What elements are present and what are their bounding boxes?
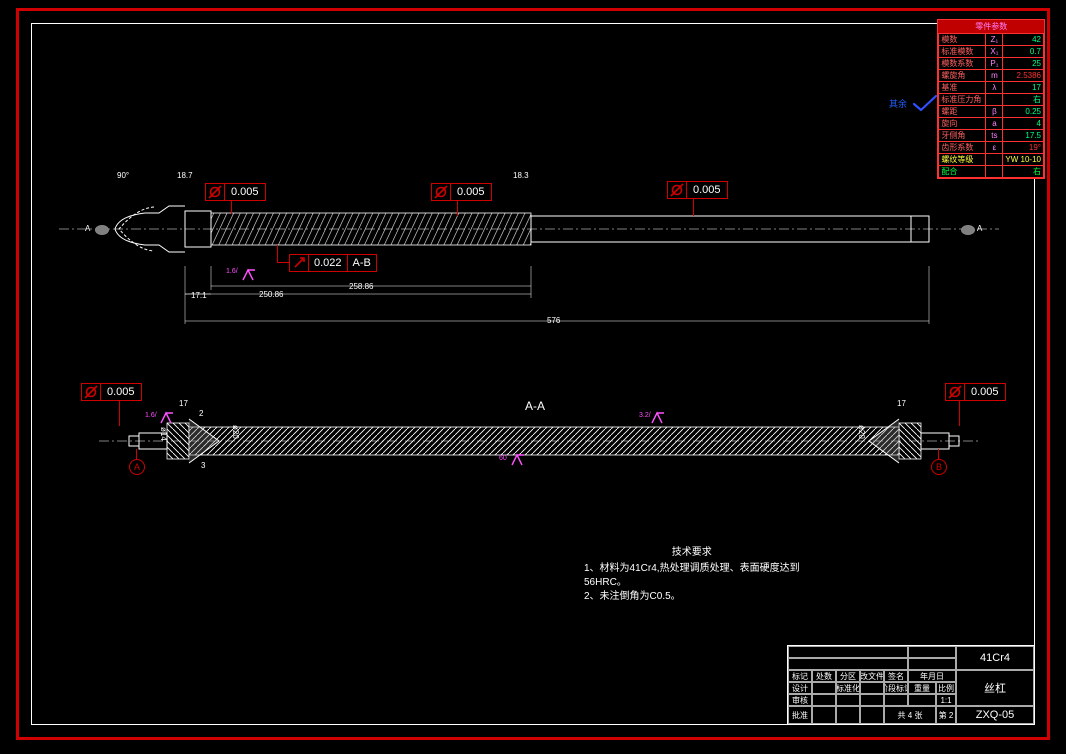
dim-17: 17.1	[191, 291, 207, 300]
arrow-a-left: A	[85, 224, 90, 233]
dim-d14: ø14	[159, 427, 168, 441]
checkmark-rest: 其余	[889, 93, 939, 113]
tol-cyl-5: 0.005	[945, 383, 1006, 401]
surf-mark-3	[510, 451, 526, 472]
dim-s17r: 17	[897, 399, 906, 408]
dim-250: 250.86	[259, 290, 283, 299]
tol-cyl-3: 0.005	[667, 181, 728, 199]
dim-ang90: 90°	[117, 171, 129, 180]
title-block: 41Cr4 标记 处数 分区 更改文件号 签名 年月日 丝杠 设计 标准化 阶段…	[787, 645, 1035, 725]
dim-seg-a: 18.7	[177, 171, 193, 180]
dim-d20: ø20	[231, 425, 240, 439]
tol-cyl-1: 0.005	[205, 183, 266, 201]
dim-s2: 2	[199, 409, 203, 418]
dim-576: 576	[547, 316, 560, 325]
dim-258: 258.86	[349, 282, 373, 291]
dim-seg-b: 18.3	[513, 171, 529, 180]
tol-cyl-4: 0.005	[81, 383, 142, 401]
surf-mark-4	[650, 409, 666, 430]
dim-d20r: ø20	[857, 425, 866, 439]
tol-cyl-2: 0.005	[431, 183, 492, 201]
datum-a: A	[129, 459, 145, 475]
dim-s17l: 17	[179, 399, 188, 408]
datum-b: B	[931, 459, 947, 475]
arrow-a-right: A	[977, 224, 982, 233]
technical-notes: 技术要求 1、材料为41Cr4,热处理调质处理、表面硬度达到 56HRC。 2、…	[584, 546, 800, 604]
parameter-table: 零件参数 模数Z₁42 标准模数X₁0.7 模数系数P₁25 螺旋角m2.538…	[937, 19, 1045, 179]
dim-s3: 3	[201, 461, 205, 470]
